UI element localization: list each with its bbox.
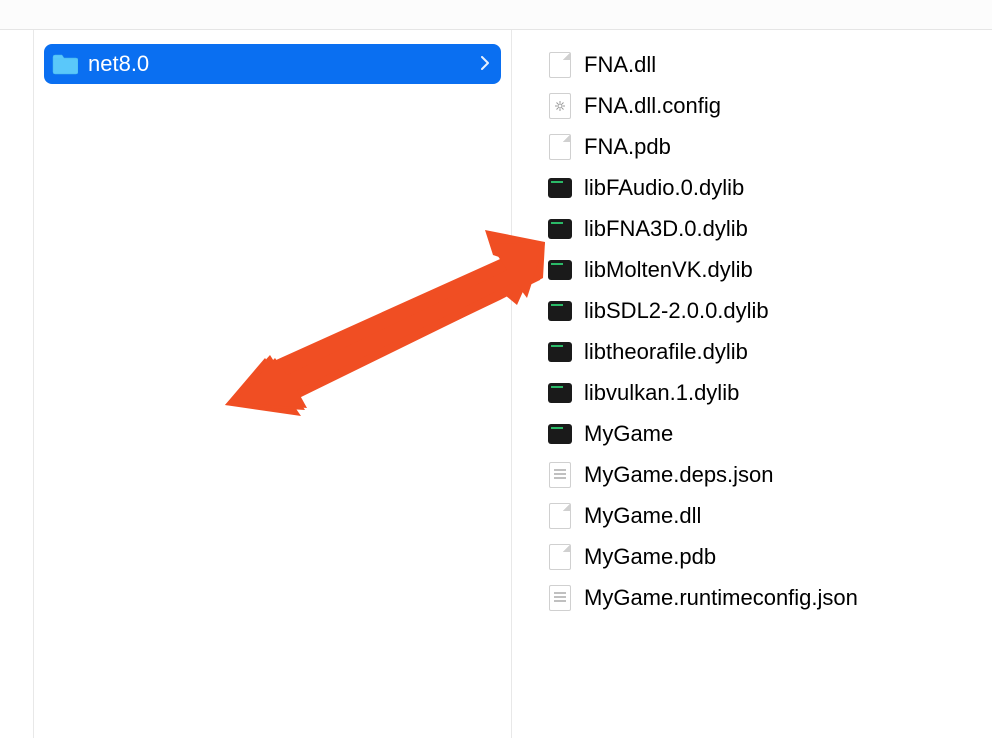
file-label: libSDL2-2.0.0.dylib [584,298,769,324]
file-item[interactable]: FNA.pdb [542,126,982,167]
file-item[interactable]: libMoltenVK.dylib [542,249,982,290]
file-label: libtheorafile.dylib [584,339,748,365]
file-label: libMoltenVK.dylib [584,257,753,283]
document-icon [548,502,572,530]
folder-item-net8[interactable]: net8.0 [44,44,501,84]
file-label: MyGame.runtimeconfig.json [584,585,858,611]
file-label: FNA.pdb [584,134,671,160]
file-label: libvulkan.1.dylib [584,380,739,406]
file-label: libFAudio.0.dylib [584,175,744,201]
file-item[interactable]: libFAudio.0.dylib [542,167,982,208]
file-item[interactable]: MyGame.runtimeconfig.json [542,577,982,618]
executable-icon [548,420,572,448]
file-item[interactable]: MyGame [542,413,982,454]
file-label: FNA.dll [584,52,656,78]
file-label: FNA.dll.config [584,93,721,119]
file-label: libFNA3D.0.dylib [584,216,748,242]
file-item[interactable]: FNA.dll [542,44,982,85]
file-label: MyGame.dll [584,503,701,529]
file-item[interactable]: libFNA3D.0.dylib [542,208,982,249]
file-item[interactable]: libtheorafile.dylib [542,331,982,372]
finder-columns: net8.0 FNA.dll FNA.dll.config FNA.pdb libFA… [0,30,992,738]
executable-icon [548,256,572,284]
file-label: MyGame.pdb [584,544,716,570]
document-icon [548,51,572,79]
file-list-column: FNA.dll FNA.dll.config FNA.pdb libFAudio.0.… [512,30,992,738]
config-icon [548,92,572,120]
document-icon [548,543,572,571]
json-icon [548,584,572,612]
json-icon [548,461,572,489]
chevron-right-icon [481,56,491,72]
toolbar [0,0,992,30]
folder-column: net8.0 [34,30,512,738]
file-item[interactable]: FNA.dll.config [542,85,982,126]
executable-icon [548,215,572,243]
previous-column-sliver [0,30,34,738]
file-item[interactable]: MyGame.pdb [542,536,982,577]
file-item[interactable]: libSDL2-2.0.0.dylib [542,290,982,331]
file-item[interactable]: libvulkan.1.dylib [542,372,982,413]
document-icon [548,133,572,161]
folder-icon [52,53,78,75]
file-item[interactable]: MyGame.deps.json [542,454,982,495]
folder-label: net8.0 [88,51,481,77]
executable-icon [548,174,572,202]
file-item[interactable]: MyGame.dll [542,495,982,536]
file-label: MyGame.deps.json [584,462,774,488]
executable-icon [548,379,572,407]
file-label: MyGame [584,421,673,447]
executable-icon [548,297,572,325]
executable-icon [548,338,572,366]
